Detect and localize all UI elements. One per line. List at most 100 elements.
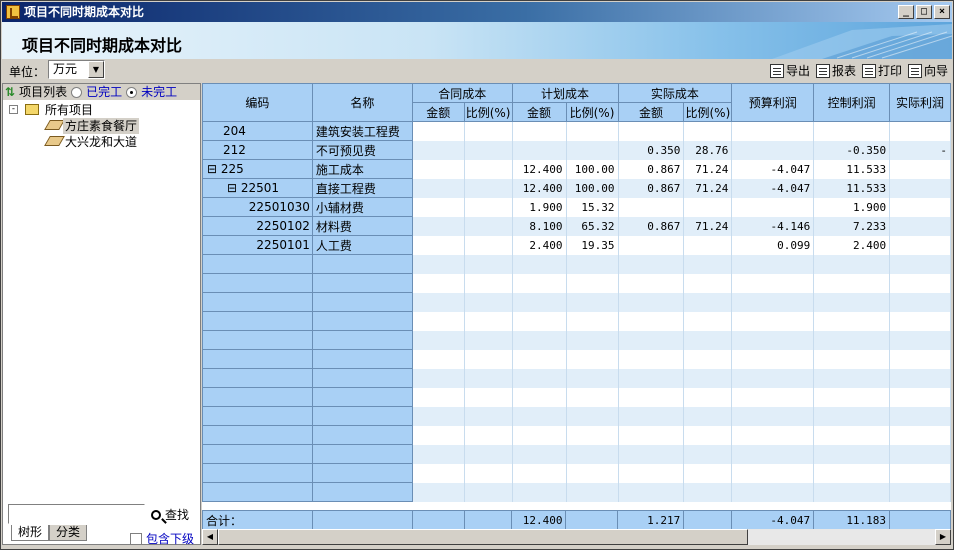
cell-plan-ratio[interactable] bbox=[566, 406, 619, 426]
cell-actual-ratio[interactable] bbox=[683, 330, 733, 350]
cell-plan-ratio[interactable] bbox=[566, 254, 619, 274]
cell-budget-profit[interactable] bbox=[731, 368, 815, 388]
header-actual-ratio[interactable]: 比例(%) bbox=[683, 102, 733, 122]
cell-control-profit[interactable]: 1.900 bbox=[813, 197, 891, 217]
cell-name[interactable] bbox=[311, 254, 413, 274]
cell-actual-profit[interactable] bbox=[889, 463, 951, 483]
cell-plan-ratio[interactable] bbox=[566, 482, 619, 502]
table-row[interactable]: 212 不可预见费 0.350 28.76 -0.350- bbox=[202, 140, 951, 160]
print-button[interactable]: 打印 bbox=[861, 62, 902, 79]
table-row[interactable] bbox=[202, 444, 951, 464]
cell-plan-amount[interactable] bbox=[512, 444, 567, 464]
table-row[interactable] bbox=[202, 292, 951, 312]
table-row[interactable]: 204 建筑安装工程费 bbox=[202, 121, 951, 141]
cell-name[interactable] bbox=[311, 330, 413, 350]
cell-plan-amount[interactable] bbox=[512, 140, 567, 160]
cell-budget-profit[interactable] bbox=[731, 140, 815, 160]
include-sub-checkbox[interactable]: 包含下级 bbox=[130, 530, 194, 547]
cell-name[interactable] bbox=[311, 387, 413, 407]
cell-name[interactable]: 材料费 bbox=[311, 216, 413, 236]
cell-control-profit[interactable] bbox=[813, 387, 891, 407]
table-row[interactable] bbox=[202, 368, 951, 388]
cell-actual-amount[interactable] bbox=[618, 121, 685, 141]
cell-code[interactable]: 22501030 bbox=[202, 197, 313, 217]
cell-contract-amount[interactable] bbox=[412, 387, 465, 407]
cell-control-profit[interactable] bbox=[813, 121, 891, 141]
header-contract-amount[interactable]: 金额 bbox=[411, 102, 465, 122]
cell-code[interactable] bbox=[202, 406, 313, 426]
cell-contract-ratio[interactable] bbox=[464, 235, 513, 255]
cell-contract-ratio[interactable] bbox=[464, 387, 513, 407]
cell-plan-ratio[interactable]: 100.00 bbox=[566, 178, 619, 198]
tree-root[interactable]: - 所有项目 bbox=[3, 102, 200, 118]
cell-name[interactable] bbox=[311, 349, 413, 369]
cell-budget-profit[interactable]: -4.047 bbox=[731, 178, 815, 198]
cell-name[interactable] bbox=[311, 311, 413, 331]
cell-actual-profit[interactable] bbox=[889, 235, 951, 255]
cell-budget-profit[interactable] bbox=[731, 425, 815, 445]
cell-budget-profit[interactable] bbox=[731, 121, 815, 141]
cell-contract-ratio[interactable] bbox=[464, 482, 513, 502]
cell-code[interactable] bbox=[202, 292, 313, 312]
cell-code[interactable] bbox=[202, 254, 313, 274]
cell-plan-ratio[interactable] bbox=[566, 292, 619, 312]
cell-name[interactable] bbox=[311, 425, 413, 445]
cell-actual-ratio[interactable] bbox=[683, 368, 733, 388]
cell-plan-ratio[interactable] bbox=[566, 140, 619, 160]
cell-actual-ratio[interactable] bbox=[683, 254, 733, 274]
cell-actual-ratio[interactable] bbox=[683, 273, 733, 293]
minimize-button[interactable]: _ bbox=[898, 5, 914, 19]
scroll-right-icon[interactable]: ▶ bbox=[935, 529, 951, 545]
cell-plan-amount[interactable] bbox=[512, 368, 567, 388]
cell-budget-profit[interactable] bbox=[731, 482, 815, 502]
cell-actual-profit[interactable] bbox=[889, 349, 951, 369]
cell-code[interactable]: 204 bbox=[202, 121, 313, 141]
cell-contract-amount[interactable] bbox=[412, 254, 465, 274]
table-row[interactable] bbox=[202, 425, 951, 445]
cell-plan-amount[interactable]: 2.400 bbox=[512, 235, 567, 255]
cell-plan-amount[interactable] bbox=[512, 330, 567, 350]
cell-plan-amount[interactable] bbox=[512, 349, 567, 369]
radio-undone[interactable] bbox=[126, 86, 138, 98]
cell-budget-profit[interactable] bbox=[731, 197, 815, 217]
cell-contract-ratio[interactable] bbox=[464, 444, 513, 464]
cell-contract-amount[interactable] bbox=[412, 140, 465, 160]
cell-budget-profit[interactable] bbox=[731, 387, 815, 407]
cell-plan-ratio[interactable] bbox=[566, 349, 619, 369]
scrollbar-thumb[interactable] bbox=[218, 529, 748, 545]
cell-actual-amount[interactable]: 0.867 bbox=[618, 159, 685, 179]
radio-undone-label[interactable]: 未完工 bbox=[141, 84, 177, 100]
cell-actual-amount[interactable] bbox=[618, 425, 685, 445]
cell-budget-profit[interactable] bbox=[731, 311, 815, 331]
cell-control-profit[interactable] bbox=[813, 482, 891, 502]
header-actual-amount[interactable]: 金额 bbox=[617, 102, 685, 122]
header-budget-profit[interactable]: 预算利润 bbox=[731, 83, 815, 122]
export-button[interactable]: 导出 bbox=[769, 62, 810, 79]
cell-contract-ratio[interactable] bbox=[464, 349, 513, 369]
cell-contract-ratio[interactable] bbox=[464, 311, 513, 331]
scroll-left-icon[interactable]: ◀ bbox=[202, 529, 218, 545]
cell-actual-ratio[interactable] bbox=[683, 463, 733, 483]
cell-plan-amount[interactable]: 1.900 bbox=[512, 197, 567, 217]
cell-contract-ratio[interactable] bbox=[464, 178, 513, 198]
cell-actual-ratio[interactable] bbox=[683, 311, 733, 331]
cell-actual-profit[interactable] bbox=[889, 444, 951, 464]
cell-code[interactable]: 2250101 bbox=[202, 235, 313, 255]
cell-actual-amount[interactable] bbox=[618, 330, 685, 350]
cell-budget-profit[interactable]: -4.146 bbox=[731, 216, 815, 236]
cell-plan-ratio[interactable]: 19.35 bbox=[566, 235, 619, 255]
cell-name[interactable]: 人工费 bbox=[311, 235, 413, 255]
cell-plan-ratio[interactable] bbox=[566, 273, 619, 293]
table-row[interactable] bbox=[202, 349, 951, 369]
close-button[interactable]: × bbox=[934, 5, 950, 19]
cell-contract-amount[interactable] bbox=[412, 349, 465, 369]
cell-actual-amount[interactable] bbox=[618, 292, 685, 312]
cell-plan-ratio[interactable]: 65.32 bbox=[566, 216, 619, 236]
cell-contract-amount[interactable] bbox=[412, 368, 465, 388]
cell-budget-profit[interactable]: 0.099 bbox=[731, 235, 815, 255]
table-row[interactable]: 2250102 材料费 8.100 65.32 0.867 71.24 -4.146 7.23… bbox=[202, 216, 951, 236]
cell-contract-amount[interactable] bbox=[412, 197, 465, 217]
cell-code[interactable] bbox=[202, 273, 313, 293]
cell-actual-amount[interactable] bbox=[618, 197, 685, 217]
cell-code[interactable] bbox=[202, 368, 313, 388]
